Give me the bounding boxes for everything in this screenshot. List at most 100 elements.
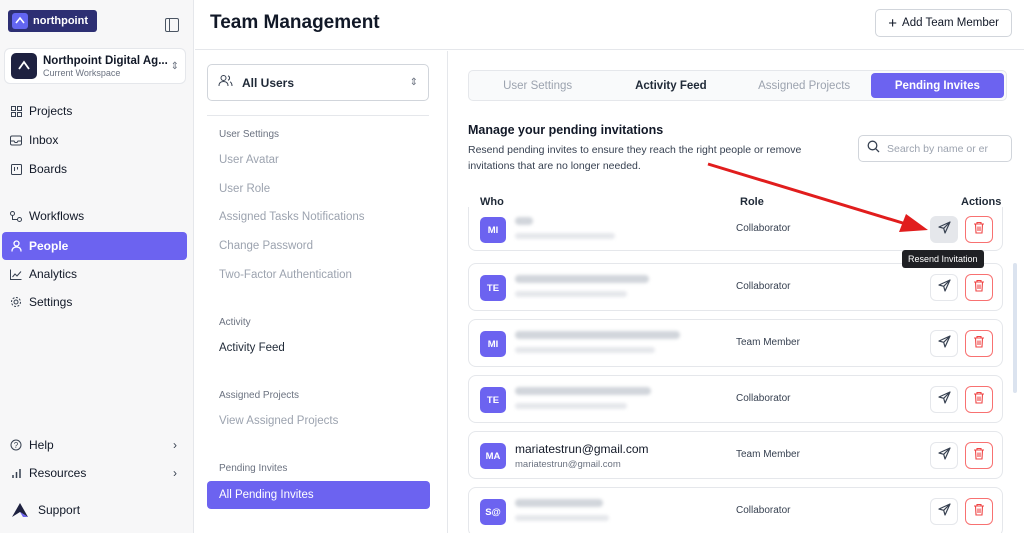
trash-icon <box>973 503 985 521</box>
sidebar-item-projects[interactable]: Projects <box>2 97 187 125</box>
trash-icon <box>973 391 985 409</box>
delete-invite-button[interactable] <box>965 330 993 357</box>
sidebar-item-people[interactable]: People <box>2 232 187 260</box>
user-filter-select[interactable]: All Users ⇕ <box>207 64 429 101</box>
delete-invite-button[interactable] <box>965 498 993 525</box>
subnav-user-role[interactable]: User Role <box>219 183 270 195</box>
add-team-member-label: Add Team Member <box>902 17 999 29</box>
chevron-updown-icon: ⇕ <box>409 77 418 88</box>
gear-icon <box>10 296 22 308</box>
send-icon <box>937 390 951 409</box>
sidebar-item-support[interactable]: Support <box>2 496 187 524</box>
sidebar-item-label: Settings <box>29 295 73 309</box>
redacted-name <box>515 387 651 395</box>
delete-invite-button[interactable] <box>965 386 993 413</box>
tab-assigned-projects[interactable]: Assigned Projects <box>738 73 871 98</box>
section-title: Manage your pending invitations <box>468 123 664 137</box>
delete-invite-button[interactable] <box>965 274 993 301</box>
sidebar-item-boards[interactable]: Boards <box>2 155 187 183</box>
settings-subpanel: All Users ⇕ User Settings User Avatar Us… <box>195 51 448 533</box>
user-filter-value: All Users <box>242 75 295 90</box>
sidebar-item-label: People <box>29 239 69 253</box>
search-input[interactable] <box>887 142 1007 155</box>
table-row: MI Team Member <box>468 319 1003 367</box>
workflow-icon <box>10 210 22 222</box>
avatar: MI <box>480 217 506 243</box>
avatar: S@ <box>480 499 506 525</box>
send-icon <box>937 334 951 353</box>
bars-icon <box>10 467 22 479</box>
section-title-activity: Activity <box>219 317 251 328</box>
sidebar-item-analytics[interactable]: Analytics <box>2 260 187 288</box>
resend-invite-button[interactable] <box>930 330 958 357</box>
redacted-name <box>515 275 649 283</box>
role-label: Collaborator <box>736 393 791 404</box>
role-label: Collaborator <box>736 505 791 516</box>
board-icon <box>10 163 22 175</box>
redacted-email <box>515 347 655 353</box>
table-row: TE Collaborator <box>468 375 1003 423</box>
add-team-member-button[interactable]: + Add Team Member <box>875 9 1012 37</box>
delete-invite-button[interactable] <box>965 216 993 243</box>
help-icon: ? <box>10 439 22 451</box>
subnav-activity-feed[interactable]: Activity Feed <box>219 342 285 354</box>
users-icon <box>218 74 233 92</box>
avatar: MA <box>480 443 506 469</box>
scrollbar[interactable] <box>1013 263 1017 393</box>
tab-bar: User Settings Activity Feed Assigned Pro… <box>468 70 1007 101</box>
section-title-pending-invites: Pending Invites <box>219 463 288 474</box>
sidebar-item-resources[interactable]: Resources › <box>2 459 187 487</box>
role-label: Team Member <box>736 337 800 348</box>
inbox-icon <box>10 134 22 146</box>
plus-icon: + <box>888 14 898 32</box>
resend-invite-button[interactable] <box>930 498 958 525</box>
role-label: Collaborator <box>736 223 791 234</box>
section-title-assigned-projects: Assigned Projects <box>219 390 300 401</box>
resend-invite-button[interactable] <box>930 274 958 301</box>
resend-invite-button[interactable] <box>930 442 958 469</box>
subnav-all-pending-invites[interactable]: All Pending Invites <box>207 481 430 509</box>
redacted-name <box>515 331 680 339</box>
workspace-switcher[interactable]: Northpoint Digital Ag... Current Workspa… <box>4 48 186 84</box>
section-title-user-settings: User Settings <box>219 129 280 140</box>
sidebar-collapse-icon[interactable] <box>165 18 179 32</box>
chart-icon <box>10 268 22 280</box>
page-title: Team Management <box>210 12 380 33</box>
subnav-view-assigned-projects[interactable]: View Assigned Projects <box>219 415 338 427</box>
trash-icon <box>973 279 985 297</box>
trash-icon <box>973 335 985 353</box>
tab-activity-feed[interactable]: Activity Feed <box>604 73 737 98</box>
main-content: User Settings Activity Feed Assigned Pro… <box>449 51 1024 533</box>
chevron-updown-icon: ⇕ <box>170 60 179 72</box>
resend-invite-button[interactable] <box>930 216 958 243</box>
resend-invitation-tooltip: Resend Invitation <box>902 250 984 268</box>
tab-user-settings[interactable]: User Settings <box>471 73 604 98</box>
logo-text: northpoint <box>33 15 88 27</box>
invitee-email: mariatestrun@gmail.com <box>515 442 649 456</box>
send-icon <box>937 446 951 465</box>
tab-pending-invites[interactable]: Pending Invites <box>870 73 1004 98</box>
divider <box>207 115 429 116</box>
search-box[interactable] <box>858 135 1012 162</box>
subnav-change-password[interactable]: Change Password <box>219 240 313 252</box>
sidebar-item-label: Resources <box>29 466 87 480</box>
brand-logo[interactable]: northpoint <box>8 10 97 32</box>
subnav-assigned-tasks-notifications[interactable]: Assigned Tasks Notifications <box>219 211 365 223</box>
table-row: TE Collaborator <box>468 263 1003 311</box>
table-row: MI Collaborator <box>468 207 1003 251</box>
sidebar-item-label: Inbox <box>29 133 59 147</box>
sidebar-item-help[interactable]: ? Help › <box>2 431 187 459</box>
trash-icon <box>973 221 985 239</box>
redacted-email <box>515 403 627 409</box>
sidebar-item-inbox[interactable]: Inbox <box>2 126 187 154</box>
sidebar-item-workflows[interactable]: Workflows <box>2 202 187 230</box>
user-icon <box>10 240 22 252</box>
sidebar-item-settings[interactable]: Settings <box>2 288 187 316</box>
subnav-user-avatar[interactable]: User Avatar <box>219 154 279 166</box>
resend-invite-button[interactable] <box>930 386 958 413</box>
subnav-two-factor-authentication[interactable]: Two-Factor Authentication <box>219 269 352 281</box>
redacted-name <box>515 217 533 225</box>
chevron-right-icon: › <box>173 438 177 452</box>
logo-mark-icon <box>12 13 28 29</box>
delete-invite-button[interactable] <box>965 442 993 469</box>
